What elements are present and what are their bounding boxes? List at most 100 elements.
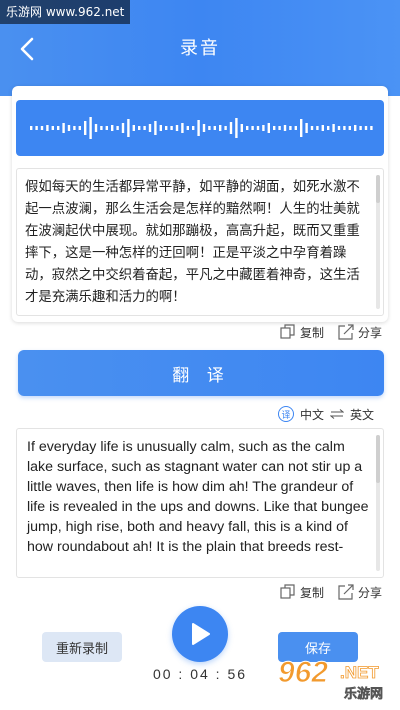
waveform-bar — [132, 125, 135, 131]
waveform-bar — [229, 122, 233, 134]
target-language: 英文 — [349, 407, 374, 422]
rerecord-button[interactable]: 重新录制 — [42, 632, 122, 662]
waveform-bar — [343, 126, 346, 130]
share-icon — [338, 324, 354, 340]
waveform-bar — [116, 126, 119, 130]
waveform-bar — [143, 126, 146, 130]
waveform-bar — [219, 125, 222, 131]
waveform-bar — [51, 126, 54, 130]
waveform-bar — [224, 126, 227, 130]
waveform-bar — [256, 126, 260, 130]
copy-translation-button[interactable]: 复制 — [280, 584, 324, 601]
logo-brand: 962 — [278, 656, 328, 689]
copy-button[interactable]: 复制 — [280, 324, 324, 341]
waveform-bar — [46, 125, 49, 131]
waveform-bar — [327, 126, 330, 130]
site-watermark: 乐游网 www.962.net — [0, 0, 131, 24]
waveform-bar — [100, 126, 103, 130]
waveform-bar — [127, 119, 130, 137]
waveform-bar — [170, 126, 173, 130]
waveform-bar — [364, 126, 368, 130]
translate-icon: 译 — [277, 406, 294, 422]
language-toggle[interactable]: 译 中文 英文 — [277, 404, 374, 424]
waveform-bar — [94, 124, 98, 132]
waveform-bar — [262, 125, 265, 131]
transcript-card: 假如每天的生活都异常平静，如平静的湖面，如死水激不起一点波澜，那么生活会是怎样的… — [12, 86, 388, 322]
waveform-bar — [332, 124, 335, 132]
waveform-bar — [181, 123, 184, 133]
waveform-bar — [175, 125, 179, 131]
share-button[interactable]: 分享 — [338, 324, 382, 341]
waveform-bar — [305, 123, 308, 133]
transcript-text-box[interactable]: 假如每天的生活都异常平静，如平静的湖面，如死水激不起一点波澜，那么生活会是怎样的… — [16, 168, 384, 316]
waveform-bar — [310, 126, 314, 130]
logo-sub: 乐游网 — [344, 686, 383, 702]
share-label: 分享 — [357, 325, 382, 340]
transcript-actions: 复制 分享 — [270, 322, 382, 342]
transcript-text: 假如每天的生活都异常平静，如平静的湖面，如死水激不起一点波澜，那么生活会是怎样的… — [25, 180, 360, 305]
translation-text-box[interactable]: If everyday life is unusually calm, such… — [16, 428, 384, 578]
waveform-bar — [154, 121, 157, 135]
waveform-bar — [35, 126, 38, 130]
waveform-bar — [78, 126, 81, 130]
transcript-scrollbar[interactable] — [376, 175, 380, 309]
waveform-bar — [30, 126, 33, 130]
waveform-bar — [278, 126, 281, 130]
waveform-bar — [251, 126, 254, 130]
waveform-bar — [289, 126, 292, 130]
waveform-bar — [138, 126, 141, 130]
waveform-bar — [165, 126, 168, 130]
share-icon — [338, 584, 354, 600]
waveform-bar — [240, 124, 243, 132]
play-icon — [192, 623, 210, 645]
waveform-bar — [148, 124, 152, 132]
waveform-bar — [354, 125, 357, 131]
copy-label: 复制 — [299, 325, 324, 340]
waveform-bar — [213, 126, 216, 130]
waveform-bar — [235, 118, 238, 138]
waveform-bar — [159, 125, 162, 131]
source-language: 中文 — [299, 407, 324, 422]
waveform-bar — [84, 121, 87, 135]
play-button[interactable] — [172, 606, 228, 662]
waveform-bar — [348, 126, 351, 130]
share-label: 分享 — [357, 585, 382, 600]
share-translation-button[interactable]: 分享 — [338, 584, 382, 601]
translation-card: If everyday life is unusually calm, such… — [12, 428, 388, 578]
waveform-bar — [57, 126, 60, 130]
waveform-bar — [111, 125, 114, 131]
translate-button[interactable]: 翻 译 — [18, 350, 384, 396]
translation-scrollbar[interactable] — [376, 435, 380, 571]
page-title: 录音 — [180, 38, 220, 59]
waveform-bar — [89, 117, 92, 139]
waveform-bar — [105, 126, 108, 130]
waveform-bar — [370, 126, 373, 130]
waveform-bar — [316, 126, 319, 130]
waveform-bar — [202, 124, 206, 132]
translation-text: If everyday life is unusually calm, such… — [27, 439, 369, 555]
waveform-bar — [283, 125, 287, 131]
waveform-bar — [40, 126, 44, 130]
copy-label: 复制 — [299, 585, 324, 600]
translation-actions: 复制 分享 — [270, 582, 382, 602]
copy-icon — [280, 584, 295, 599]
waveform-bar — [294, 126, 297, 130]
waveform-bar — [121, 123, 125, 133]
waveform-bar — [208, 126, 211, 130]
waveform-bar — [273, 126, 276, 130]
waveform-icon — [30, 117, 373, 139]
waveform-bar — [246, 126, 249, 130]
waveform-bar — [321, 125, 324, 131]
copy-icon — [280, 324, 295, 339]
waveform-bar — [197, 120, 200, 136]
waveform-display — [16, 100, 384, 156]
waveform-bar — [186, 126, 189, 130]
waveform-bar — [337, 126, 341, 130]
site-logo-watermark: 962 .NET 乐游网 — [278, 656, 384, 703]
logo-tld: .NET — [340, 663, 379, 682]
waveform-bar — [192, 126, 195, 130]
swap-arrows-icon — [329, 409, 344, 419]
waveform-bar — [300, 119, 303, 137]
waveform-bar — [62, 123, 65, 133]
waveform-bar — [73, 126, 76, 130]
